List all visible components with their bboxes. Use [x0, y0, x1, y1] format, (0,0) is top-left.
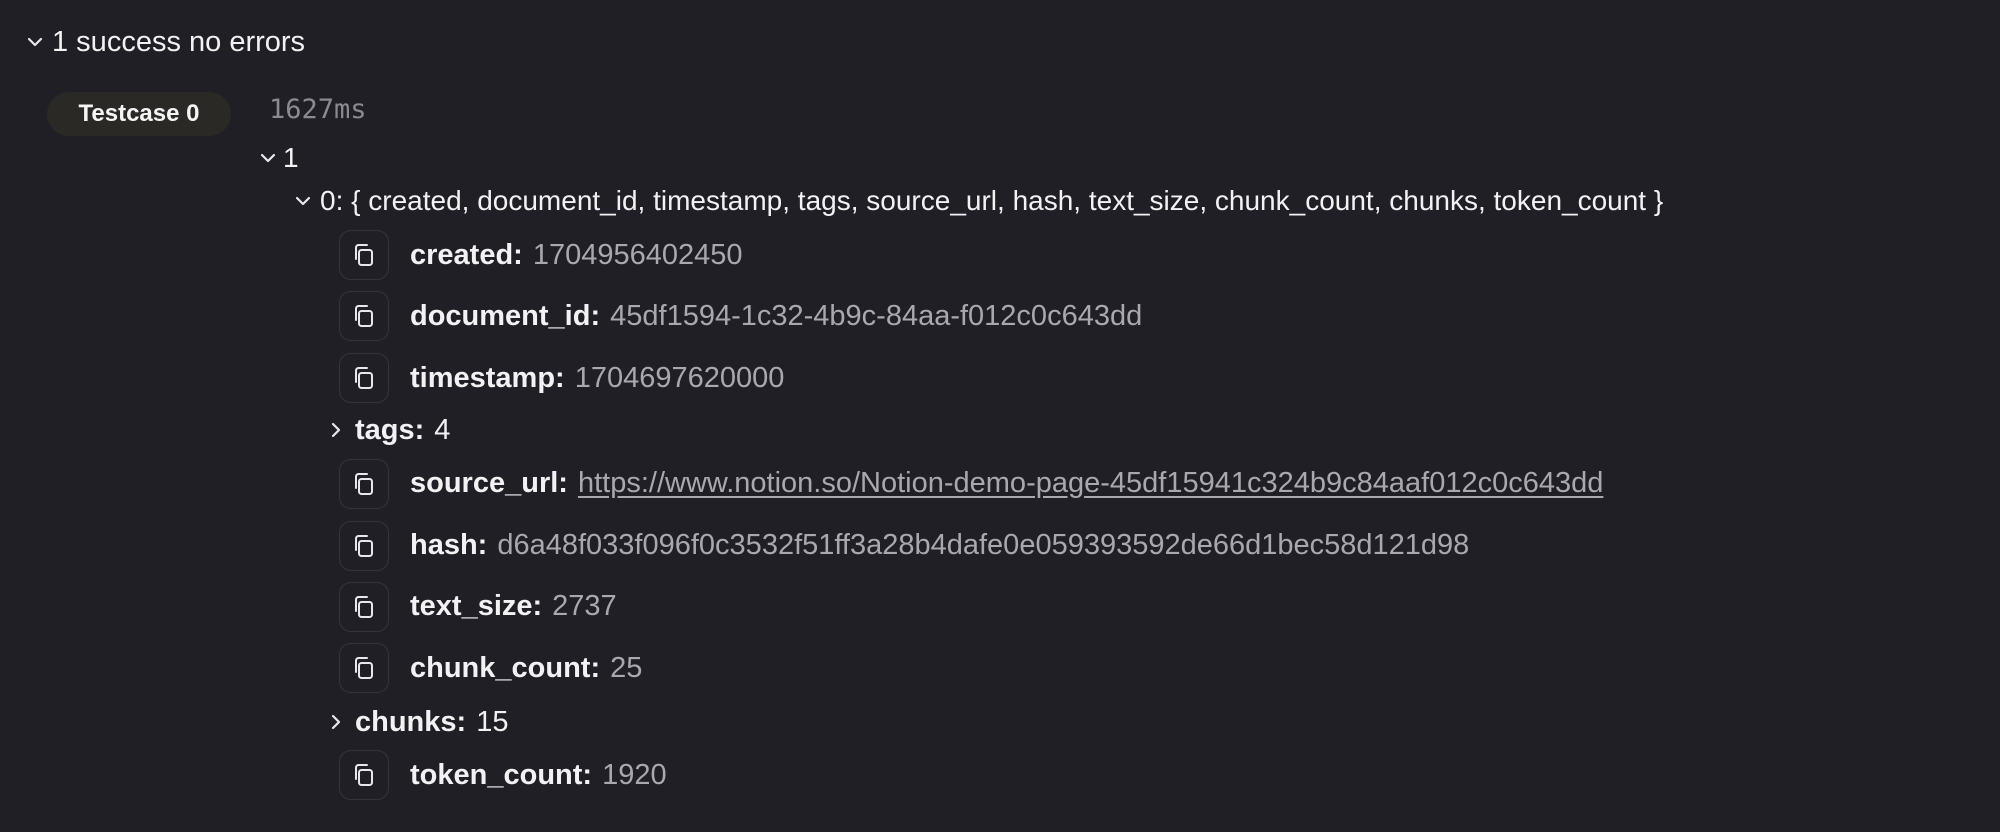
field-key: token_count:	[410, 758, 593, 791]
copy-button-text-size[interactable]	[339, 582, 389, 632]
item-count: 4	[434, 413, 451, 446]
chevron-right-icon	[325, 419, 347, 441]
copy-button-created[interactable]	[339, 230, 389, 280]
field-key: timestamp:	[410, 361, 565, 394]
field-value: 1704697620000	[574, 361, 785, 394]
field-key: document_id:	[410, 299, 601, 332]
copy-icon	[355, 305, 373, 327]
copy-button-hash[interactable]	[339, 521, 389, 571]
field-value: 1920	[602, 758, 667, 791]
duration-label: 1627ms	[269, 94, 367, 125]
field-value: 2737	[552, 589, 617, 622]
field-chunk-count: chunk_count: 25	[410, 648, 642, 688]
field-key: chunk_count:	[410, 651, 601, 684]
tree-root-label: 1	[283, 142, 299, 173]
copy-button-chunk-count[interactable]	[339, 643, 389, 693]
chevron-right-icon	[325, 711, 347, 733]
copy-icon	[355, 596, 373, 618]
item-count: 15	[476, 705, 509, 738]
copy-icon	[355, 473, 373, 495]
chevron-down-icon	[292, 190, 314, 212]
chevron-down-icon	[24, 31, 46, 53]
chevron-down-icon	[257, 147, 279, 169]
testcase-badge[interactable]: Testcase 0	[47, 92, 231, 136]
field-value: d6a48f033f096f0c3532f51ff3a28b4dafe0e059…	[497, 528, 1470, 561]
copy-icon	[355, 535, 373, 557]
field-key: source_url:	[410, 466, 568, 499]
field-key: text_size:	[410, 589, 543, 622]
copy-icon	[355, 764, 373, 786]
results-summary-toggle[interactable]: 1 success no errors	[24, 22, 305, 62]
field-hash: hash: d6a48f033f096f0c3532f51ff3a28b4daf…	[410, 525, 1469, 565]
tree-root-toggle[interactable]: 1	[257, 138, 299, 178]
field-value: 1704956402450	[532, 238, 743, 271]
tree-object-toggle[interactable]: 0: { created, document_id, timestamp, ta…	[292, 181, 1663, 221]
field-key: hash:	[410, 528, 488, 561]
field-text-size: text_size: 2737	[410, 586, 617, 626]
tree-chunks-toggle[interactable]: chunks: 15	[325, 702, 508, 742]
copy-icon	[355, 367, 373, 389]
field-document-id: document_id: 45df1594-1c32-4b9c-84aa-f01…	[410, 296, 1142, 336]
field-key: created:	[410, 238, 523, 271]
tree-object-label: 0: { created, document_id, timestamp, ta…	[320, 185, 1664, 216]
field-value: 25	[610, 651, 643, 684]
copy-button-document-id[interactable]	[339, 291, 389, 341]
field-value: 45df1594-1c32-4b9c-84aa-f012c0c643dd	[610, 299, 1143, 332]
copy-button-timestamp[interactable]	[339, 353, 389, 403]
field-source-url: source_url: https://www.notion.so/Notion…	[410, 463, 1603, 503]
field-timestamp: timestamp: 1704697620000	[410, 358, 784, 398]
results-summary-label: 1 success no errors	[52, 25, 306, 58]
field-key: chunks:	[355, 705, 467, 738]
copy-icon	[355, 244, 373, 266]
tree-tags-toggle[interactable]: tags: 4	[325, 410, 450, 450]
copy-button-token-count[interactable]	[339, 750, 389, 800]
field-created: created: 1704956402450	[410, 235, 743, 275]
copy-button-source-url[interactable]	[339, 459, 389, 509]
field-key: tags:	[355, 413, 425, 446]
copy-icon	[355, 657, 373, 679]
source-url-link[interactable]: https://www.notion.so/Notion-demo-page-4…	[578, 467, 1603, 500]
field-token-count: token_count: 1920	[410, 755, 667, 795]
